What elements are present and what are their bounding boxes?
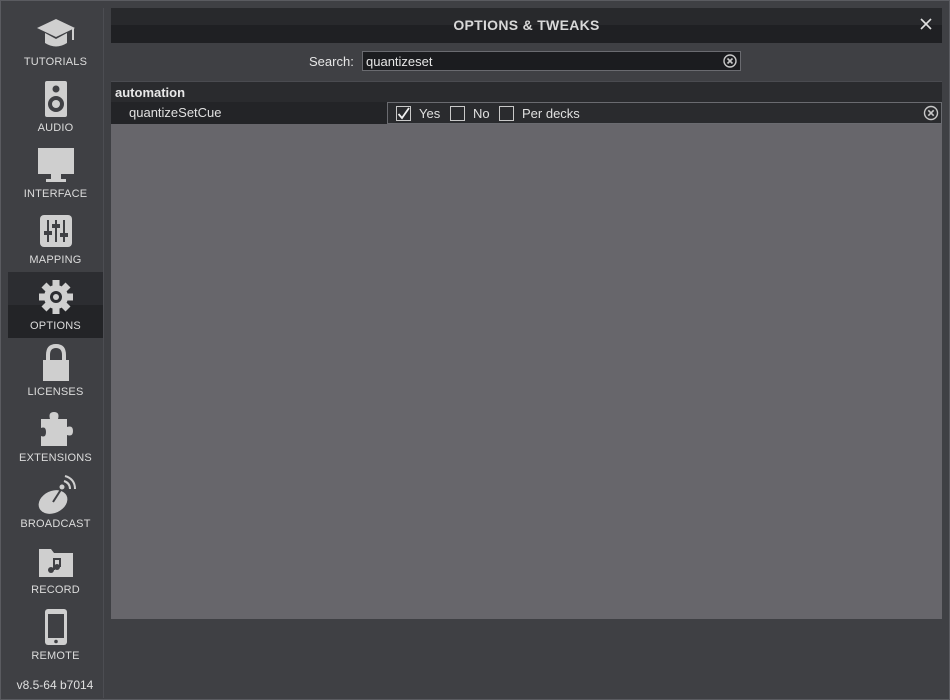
search-input[interactable] [366,53,716,69]
sidebar-item-label: BROADCAST [20,518,91,530]
sidebar-item-licenses[interactable]: LICENSES [8,338,103,404]
satellite-dish-icon [34,474,78,516]
clear-circle-icon [923,105,939,121]
sidebar-item-remote[interactable]: REMOTE [8,602,103,668]
option-name-cell: quantizeSetCue [111,102,387,124]
puzzle-icon [34,408,78,450]
close-button[interactable] [918,16,934,32]
search-box[interactable] [362,51,741,71]
sidebar: TUTORIALS AUDIO INTERFACE MAPPING OPTION… [8,8,103,698]
reset-option-button[interactable] [923,105,939,121]
checkbox-yes-label[interactable]: Yes [419,106,440,121]
search-clear-button[interactable] [723,54,737,68]
title-bar: OPTIONS & TWEAKS [111,8,942,43]
smartphone-icon [34,606,78,648]
graduation-cap-icon [34,12,78,54]
speaker-icon [34,78,78,120]
group-title: automation [115,85,186,100]
search-row: Search: [111,43,942,81]
search-label: Search: [309,54,354,69]
gear-icon [34,276,78,318]
sidebar-item-record[interactable]: RECORD [8,536,103,602]
sidebar-item-label: RECORD [31,584,80,596]
group-header: automation [111,81,942,102]
mixer-sliders-icon [34,210,78,252]
sidebar-item-label: REMOTE [31,650,80,662]
sidebar-item-extensions[interactable]: EXTENSIONS [8,404,103,470]
option-row: quantizeSetCue Yes No Per decks [111,102,942,124]
checkbox-no[interactable] [450,106,465,121]
sidebar-item-tutorials[interactable]: TUTORIALS [8,8,103,74]
checkbox-per-decks[interactable] [499,106,514,121]
sidebar-item-label: MAPPING [29,254,82,266]
sidebar-item-label: OPTIONS [30,320,81,332]
sidebar-item-audio[interactable]: AUDIO [8,74,103,140]
option-name: quantizeSetCue [129,105,222,120]
checkbox-yes[interactable] [396,106,411,121]
options-list: automation quantizeSetCue Yes No Per dec… [111,81,942,619]
version-label: v8.5-64 b7014 [16,678,94,692]
sidebar-item-interface[interactable]: INTERFACE [8,140,103,206]
option-value-cell: Yes No Per decks [387,102,942,124]
music-folder-icon [34,540,78,582]
sidebar-divider [103,8,104,698]
checkbox-no-label[interactable]: No [473,106,490,121]
sidebar-item-label: LICENSES [27,386,84,398]
sidebar-item-options[interactable]: OPTIONS [8,272,103,338]
checkmark-icon [397,107,410,120]
checkbox-per-decks-label[interactable]: Per decks [522,106,580,121]
clear-circle-icon [723,54,737,68]
monitor-icon [34,144,78,186]
sidebar-item-label: INTERFACE [23,188,88,200]
sidebar-item-label: EXTENSIONS [19,452,92,464]
page-title: OPTIONS & TWEAKS [453,17,600,33]
sidebar-item-broadcast[interactable]: BROADCAST [8,470,103,536]
sidebar-item-label: AUDIO [37,122,74,134]
sidebar-item-mapping[interactable]: MAPPING [8,206,103,272]
sidebar-item-label: TUTORIALS [23,56,88,68]
close-icon [920,18,932,30]
lock-icon [34,342,78,384]
